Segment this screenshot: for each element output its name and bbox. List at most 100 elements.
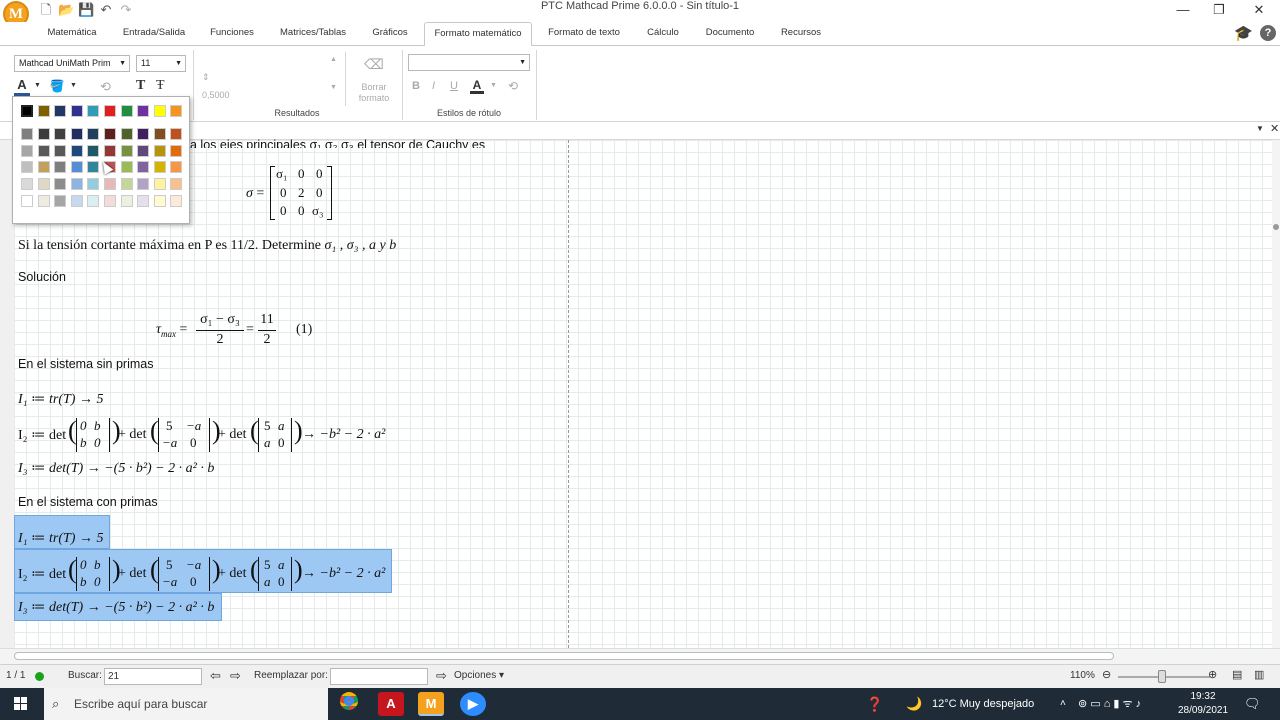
- label-style-select[interactable]: ▼: [408, 54, 530, 71]
- tau-label[interactable]: τmax =: [156, 322, 187, 339]
- color-swatch[interactable]: [170, 105, 183, 117]
- color-swatch[interactable]: [120, 178, 133, 191]
- draft-view-icon[interactable]: ▥: [1254, 668, 1264, 681]
- color-swatch[interactable]: [104, 144, 116, 157]
- italic-icon[interactable]: I: [432, 80, 435, 92]
- highlight-dropdown-icon[interactable]: ▼: [70, 82, 77, 89]
- replace-icon[interactable]: ⇨: [436, 668, 447, 684]
- color-swatch[interactable]: [170, 178, 183, 191]
- opciones-button[interactable]: Opciones ▾: [454, 670, 504, 681]
- tab-recursos[interactable]: Recursos: [770, 22, 832, 46]
- color-swatch[interactable]: [153, 161, 166, 174]
- color-swatch[interactable]: [137, 144, 150, 157]
- reemplazar-input[interactable]: [330, 668, 428, 685]
- find-prev-icon[interactable]: ⇦: [210, 668, 221, 684]
- color-swatch[interactable]: [54, 144, 67, 157]
- i3-expression[interactable]: I₃ ≔ det(T) → −(5 · b²) − 2 · a² · b: [18, 460, 214, 477]
- color-swatch[interactable]: [137, 195, 150, 207]
- color-swatch[interactable]: [120, 127, 133, 140]
- text-style-alt-icon[interactable]: Ŧ: [156, 78, 165, 94]
- color-swatch[interactable]: [104, 105, 116, 117]
- color-swatch[interactable]: [170, 144, 183, 157]
- graduation-cap-icon[interactable]: 🎓: [1234, 24, 1253, 42]
- color-swatch[interactable]: [21, 195, 33, 207]
- color-swatch[interactable]: [153, 144, 166, 157]
- color-swatch[interactable]: [170, 127, 183, 140]
- tab-documento[interactable]: Documento: [698, 22, 762, 46]
- find-next-icon[interactable]: ⇨: [230, 668, 241, 684]
- tab-graficos[interactable]: Gráficos: [362, 22, 418, 46]
- label-color-icon[interactable]: A: [470, 79, 484, 94]
- mathcad-taskbar-icon[interactable]: M: [418, 692, 444, 716]
- color-swatch[interactable]: [87, 178, 100, 191]
- color-swatch[interactable]: [104, 195, 116, 207]
- color-swatch[interactable]: [87, 195, 100, 207]
- spin-up-icon[interactable]: ▲: [330, 56, 337, 63]
- horizontal-scrollbar[interactable]: [0, 648, 1280, 664]
- tab-matrices-tablas[interactable]: Matrices/Tablas: [270, 22, 356, 46]
- label-color-dropdown-icon[interactable]: ▼: [490, 82, 497, 89]
- collapse-icon[interactable]: ▼: [1256, 124, 1264, 133]
- buscar-input[interactable]: 21: [104, 668, 202, 685]
- page-view-icon[interactable]: ▤: [1232, 668, 1242, 681]
- highlight-color-icon[interactable]: 🪣: [48, 78, 66, 96]
- i2-prime-lhs[interactable]: I₂ ≔ det: [18, 566, 66, 583]
- color-swatch[interactable]: [37, 178, 50, 191]
- font-size-select[interactable]: 11 ▼: [136, 55, 186, 72]
- color-swatch[interactable]: [54, 178, 67, 191]
- color-swatch[interactable]: [70, 127, 83, 140]
- clock[interactable]: 19:32 28/09/2021: [1176, 688, 1230, 718]
- text-color-icon[interactable]: A: [14, 78, 30, 96]
- color-swatch[interactable]: [153, 105, 166, 117]
- close-icon[interactable]: ✕: [1242, 0, 1276, 20]
- underline-icon[interactable]: U: [450, 80, 458, 92]
- tab-formato-matematico[interactable]: Formato matemático: [424, 22, 532, 47]
- close-doc-icon[interactable]: ✕: [1270, 122, 1279, 135]
- restore-format-icon[interactable]: ⟲: [100, 79, 111, 95]
- color-swatch[interactable]: [153, 127, 166, 140]
- color-swatch[interactable]: [87, 161, 100, 174]
- color-swatch[interactable]: [20, 104, 34, 118]
- color-swatch[interactable]: [170, 161, 183, 174]
- zoom-out-icon[interactable]: ⊖: [1102, 668, 1111, 681]
- color-swatch[interactable]: [104, 178, 116, 191]
- tab-formato-de-texto[interactable]: Formato de texto: [540, 22, 628, 46]
- zoom-slider-handle[interactable]: [1158, 670, 1166, 683]
- tab-calculo[interactable]: Cálculo: [636, 22, 690, 46]
- text-style-icon[interactable]: T: [136, 78, 145, 94]
- color-swatch[interactable]: [54, 161, 67, 174]
- color-swatch[interactable]: [87, 127, 100, 140]
- help-icon[interactable]: ?: [1260, 25, 1276, 41]
- font-name-select[interactable]: Mathcad UniMath Prim ▼: [14, 55, 130, 72]
- color-swatch[interactable]: [37, 105, 50, 117]
- tab-matematica[interactable]: Matemática: [36, 22, 108, 46]
- color-swatch[interactable]: [54, 105, 67, 117]
- color-swatch[interactable]: [21, 144, 33, 157]
- color-swatch[interactable]: [104, 127, 116, 140]
- restore-icon[interactable]: ❐: [1202, 0, 1236, 20]
- label-restore-icon[interactable]: ⟲: [508, 79, 518, 93]
- cut-off-text[interactable]: a los ejes principales σ₁ σ₂ σ₃ el tenso…: [190, 134, 485, 148]
- color-swatch[interactable]: [87, 105, 100, 117]
- zoom-app-icon[interactable]: ▶: [460, 692, 486, 716]
- color-swatch[interactable]: [21, 127, 33, 140]
- color-swatch[interactable]: [37, 195, 50, 207]
- i1-expression[interactable]: I₁ ≔ tr(T) → 5: [18, 391, 103, 408]
- color-swatch[interactable]: [170, 195, 183, 207]
- i2-lhs[interactable]: I₂ ≔ det: [18, 427, 66, 444]
- color-swatch[interactable]: [54, 127, 67, 140]
- color-swatch[interactable]: [37, 127, 50, 140]
- color-swatch[interactable]: [137, 178, 150, 191]
- i3-prime-expression[interactable]: I₃ ≔ det(T) → −(5 · b²) − 2 · a² · b: [18, 599, 214, 616]
- acrobat-icon[interactable]: A: [378, 692, 404, 716]
- tab-entrada-salida[interactable]: Entrada/Salida: [114, 22, 194, 46]
- minimize-icon[interactable]: —: [1166, 0, 1200, 20]
- i1-prime-expression[interactable]: I₁ ≔ tr(T) → 5: [18, 530, 103, 547]
- color-swatch[interactable]: [137, 161, 150, 174]
- zoom-in-icon[interactable]: ⊕: [1208, 668, 1217, 681]
- problem-statement[interactable]: Si la tensión cortante máxima en P es 11…: [18, 238, 396, 254]
- color-swatch[interactable]: [70, 178, 83, 191]
- chrome-icon[interactable]: [336, 692, 362, 716]
- color-swatch[interactable]: [21, 161, 33, 174]
- color-swatch[interactable]: [120, 144, 133, 157]
